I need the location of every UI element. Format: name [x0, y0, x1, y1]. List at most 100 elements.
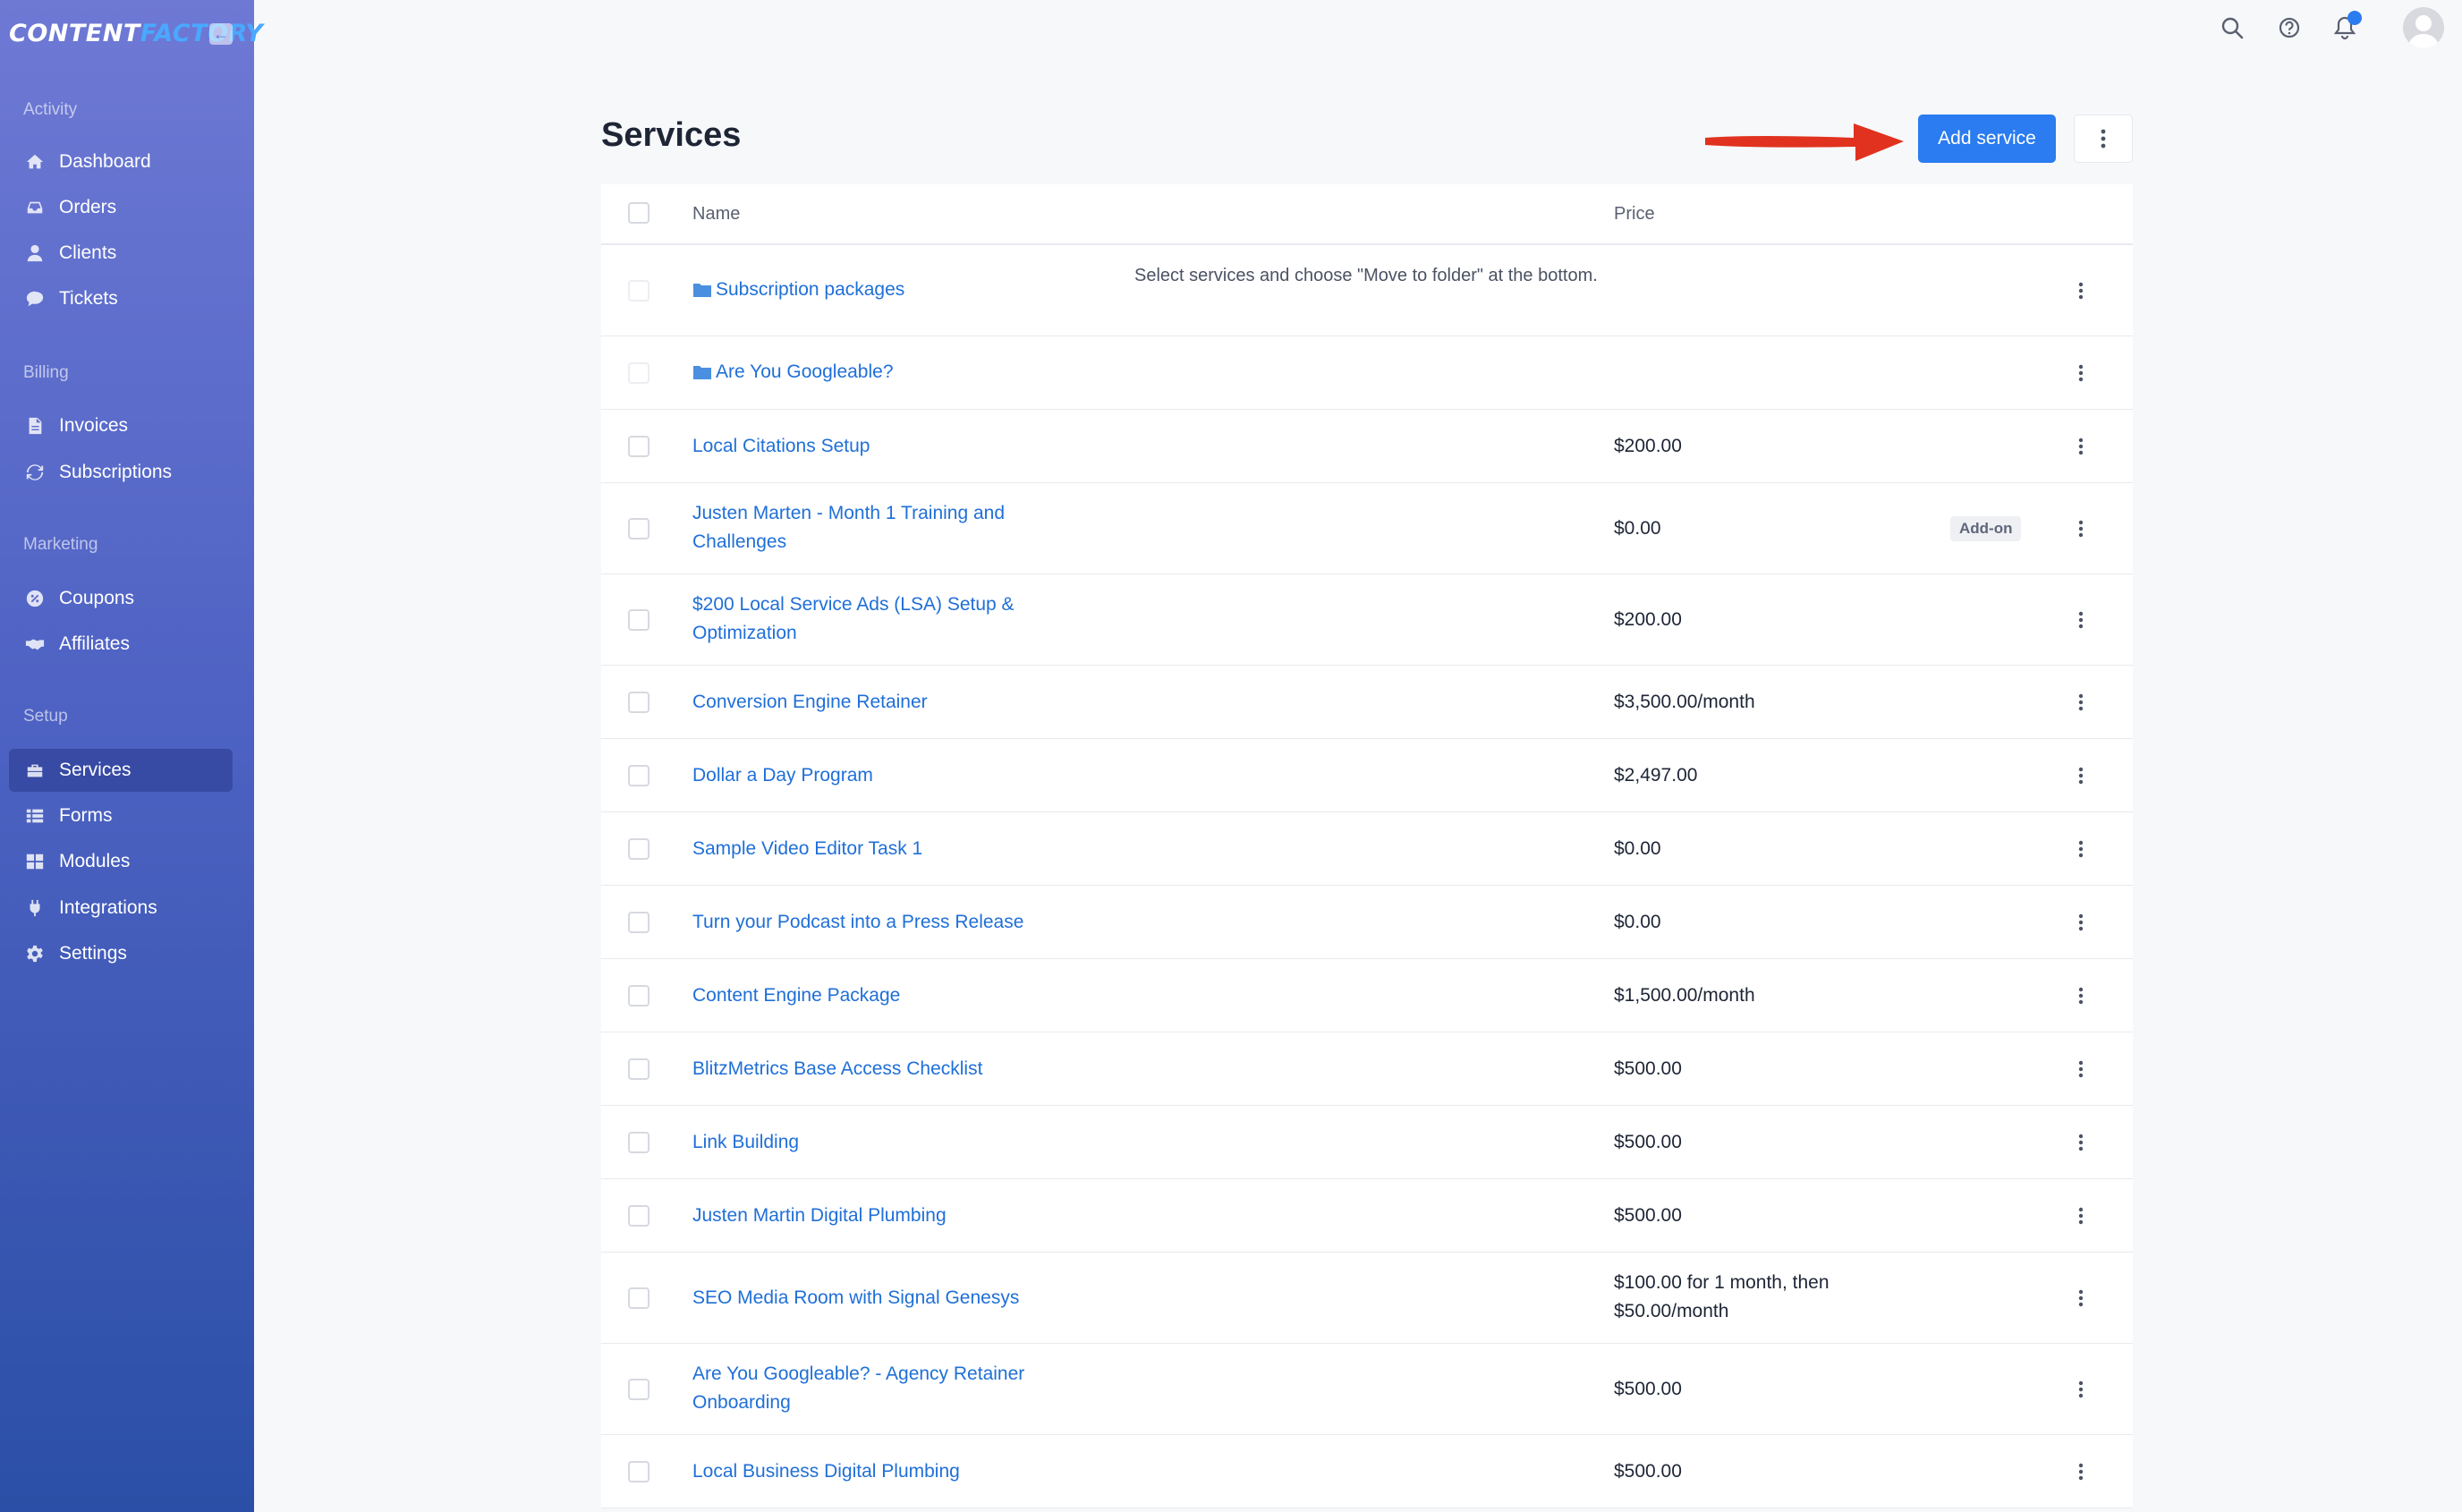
more-options-button[interactable] — [2074, 115, 2133, 163]
row-actions-button[interactable] — [2072, 689, 2090, 716]
sidebar-item-coupons[interactable]: Coupons — [9, 577, 233, 620]
row-actions-button[interactable] — [2072, 277, 2090, 304]
row-checkbox[interactable] — [628, 280, 649, 302]
row-checkbox[interactable] — [628, 985, 649, 1007]
service-link[interactable]: Sample Video Editor Task 1 — [692, 835, 922, 863]
table-row[interactable]: Justen Martin Digital Plumbing $500.00 — [601, 1179, 2133, 1253]
service-link[interactable]: Justen Martin Digital Plumbing — [692, 1202, 947, 1230]
service-link[interactable]: Turn your Podcast into a Press Release — [692, 908, 1023, 937]
sidebar-item-clients[interactable]: Clients — [9, 232, 233, 275]
user-icon — [25, 243, 45, 263]
select-all-checkbox[interactable] — [628, 202, 649, 224]
service-link[interactable]: Dollar a Day Program — [692, 761, 873, 790]
row-actions-button[interactable] — [2072, 515, 2090, 542]
table-row[interactable]: Sample Video Editor Task 1 $0.00 — [601, 812, 2133, 886]
row-actions-button[interactable] — [2072, 1376, 2090, 1403]
row-checkbox[interactable] — [628, 1379, 649, 1400]
add-service-button[interactable]: Add service — [1918, 115, 2056, 163]
table-row[interactable]: Link Building $500.00 — [601, 1106, 2133, 1179]
sidebar-item-forms[interactable]: Forms — [9, 794, 233, 837]
service-link[interactable]: SEO Media Room with Signal Genesys — [692, 1284, 1019, 1312]
column-header-price[interactable]: Price — [1614, 204, 1655, 225]
help-icon[interactable] — [2276, 14, 2303, 41]
sidebar-item-tickets[interactable]: Tickets — [9, 277, 233, 320]
folder-row[interactable]: Subscription packages Select services an… — [601, 245, 2133, 336]
row-checkbox[interactable] — [628, 1287, 649, 1309]
row-checkbox[interactable] — [628, 1461, 649, 1482]
row-checkbox[interactable] — [628, 765, 649, 786]
row-checkbox[interactable] — [628, 362, 649, 384]
column-header-name[interactable]: Name — [692, 204, 740, 225]
sidebar-item-services[interactable]: Services — [9, 749, 233, 792]
service-price: $200.00 — [1614, 436, 1682, 456]
folder-row[interactable]: Are You Googleable? — [601, 336, 2133, 410]
row-actions-button[interactable] — [2072, 360, 2090, 386]
coupon-icon — [25, 589, 45, 608]
row-checkbox[interactable] — [628, 1058, 649, 1080]
service-link[interactable]: Content Engine Package — [692, 981, 900, 1010]
table-row[interactable]: BlitzMetrics Base Access Checklist $500.… — [601, 1032, 2133, 1106]
service-link[interactable]: Conversion Engine Retainer — [692, 688, 928, 717]
avatar[interactable] — [2403, 7, 2444, 48]
kebab-icon — [2078, 840, 2084, 858]
table-row[interactable]: Local Citations Setup $200.00 — [601, 410, 2133, 483]
kebab-icon — [2078, 1289, 2084, 1307]
collapse-sidebar-button[interactable]: ← — [209, 23, 233, 45]
table-row[interactable]: Dollar a Day Program $2,497.00 — [601, 739, 2133, 812]
folder-link[interactable]: Are You Googleable? — [692, 358, 894, 386]
table-header: Name Price — [601, 184, 2133, 245]
add-on-badge: Add-on — [1950, 516, 2022, 541]
sidebar-item-affiliates[interactable]: Affiliates — [9, 623, 233, 666]
row-actions-button[interactable] — [2072, 1056, 2090, 1083]
folder-link[interactable]: Subscription packages — [692, 276, 904, 304]
kebab-icon — [2078, 767, 2084, 785]
service-link[interactable]: Local Citations Setup — [692, 432, 870, 461]
service-link[interactable]: Justen Marten - Month 1 Training and Cha… — [692, 499, 1068, 556]
row-checkbox[interactable] — [628, 518, 649, 539]
row-actions-button[interactable] — [2072, 607, 2090, 633]
row-actions-button[interactable] — [2072, 909, 2090, 936]
kebab-icon — [2078, 364, 2084, 382]
row-actions-button[interactable] — [2072, 836, 2090, 862]
row-actions-button[interactable] — [2072, 982, 2090, 1009]
table-row[interactable]: Justen Marten - Month 1 Training and Cha… — [601, 483, 2133, 574]
service-link[interactable]: Are You Googleable? - Agency Retainer On… — [692, 1360, 1068, 1417]
row-checkbox[interactable] — [628, 692, 649, 713]
table-row[interactable]: SEO Media Room with Signal Genesys $100.… — [601, 1253, 2133, 1344]
service-link[interactable]: Local Business Digital Plumbing — [692, 1457, 960, 1486]
table-row[interactable]: Conversion Engine Retainer $3,500.00/mon… — [601, 666, 2133, 739]
search-icon[interactable] — [2219, 14, 2246, 41]
sidebar-item-integrations[interactable]: Integrations — [9, 887, 233, 930]
row-checkbox[interactable] — [628, 1205, 649, 1227]
sidebar-item-orders[interactable]: Orders — [9, 186, 233, 229]
kebab-icon — [2078, 520, 2084, 538]
row-checkbox[interactable] — [628, 838, 649, 860]
row-actions-button[interactable] — [2072, 1129, 2090, 1156]
row-actions-button[interactable] — [2072, 762, 2090, 789]
chat-bubble-icon — [25, 289, 45, 309]
sidebar-item-subscriptions[interactable]: Subscriptions — [9, 451, 233, 494]
sidebar-item-dashboard[interactable]: Dashboard — [9, 140, 233, 183]
row-checkbox[interactable] — [628, 436, 649, 457]
page-title: Services — [601, 116, 742, 154]
table-row[interactable]: Are You Googleable? - Agency Retainer On… — [601, 1344, 2133, 1435]
row-checkbox[interactable] — [628, 912, 649, 933]
sidebar-item-modules[interactable]: Modules — [9, 840, 233, 883]
service-price: $500.00 — [1614, 1379, 1682, 1399]
row-checkbox[interactable] — [628, 1132, 649, 1153]
table-row[interactable]: Content Engine Package $1,500.00/month — [601, 959, 2133, 1032]
row-actions-button[interactable] — [2072, 1458, 2090, 1485]
table-row[interactable]: Local Business Digital Plumbing $500.00 — [601, 1435, 2133, 1508]
row-actions-button[interactable] — [2072, 1285, 2090, 1312]
service-link[interactable]: Link Building — [692, 1128, 799, 1157]
row-checkbox[interactable] — [628, 609, 649, 631]
sidebar-item-settings[interactable]: Settings — [9, 932, 233, 975]
sidebar-item-invoices[interactable]: Invoices — [9, 404, 233, 447]
section-label-activity: Activity — [23, 100, 78, 119]
table-row[interactable]: Turn your Podcast into a Press Release $… — [601, 886, 2133, 959]
service-link[interactable]: $200 Local Service Ads (LSA) Setup & Opt… — [692, 590, 1068, 648]
row-actions-button[interactable] — [2072, 433, 2090, 460]
row-actions-button[interactable] — [2072, 1202, 2090, 1229]
table-row[interactable]: $200 Local Service Ads (LSA) Setup & Opt… — [601, 574, 2133, 666]
service-link[interactable]: BlitzMetrics Base Access Checklist — [692, 1055, 982, 1083]
